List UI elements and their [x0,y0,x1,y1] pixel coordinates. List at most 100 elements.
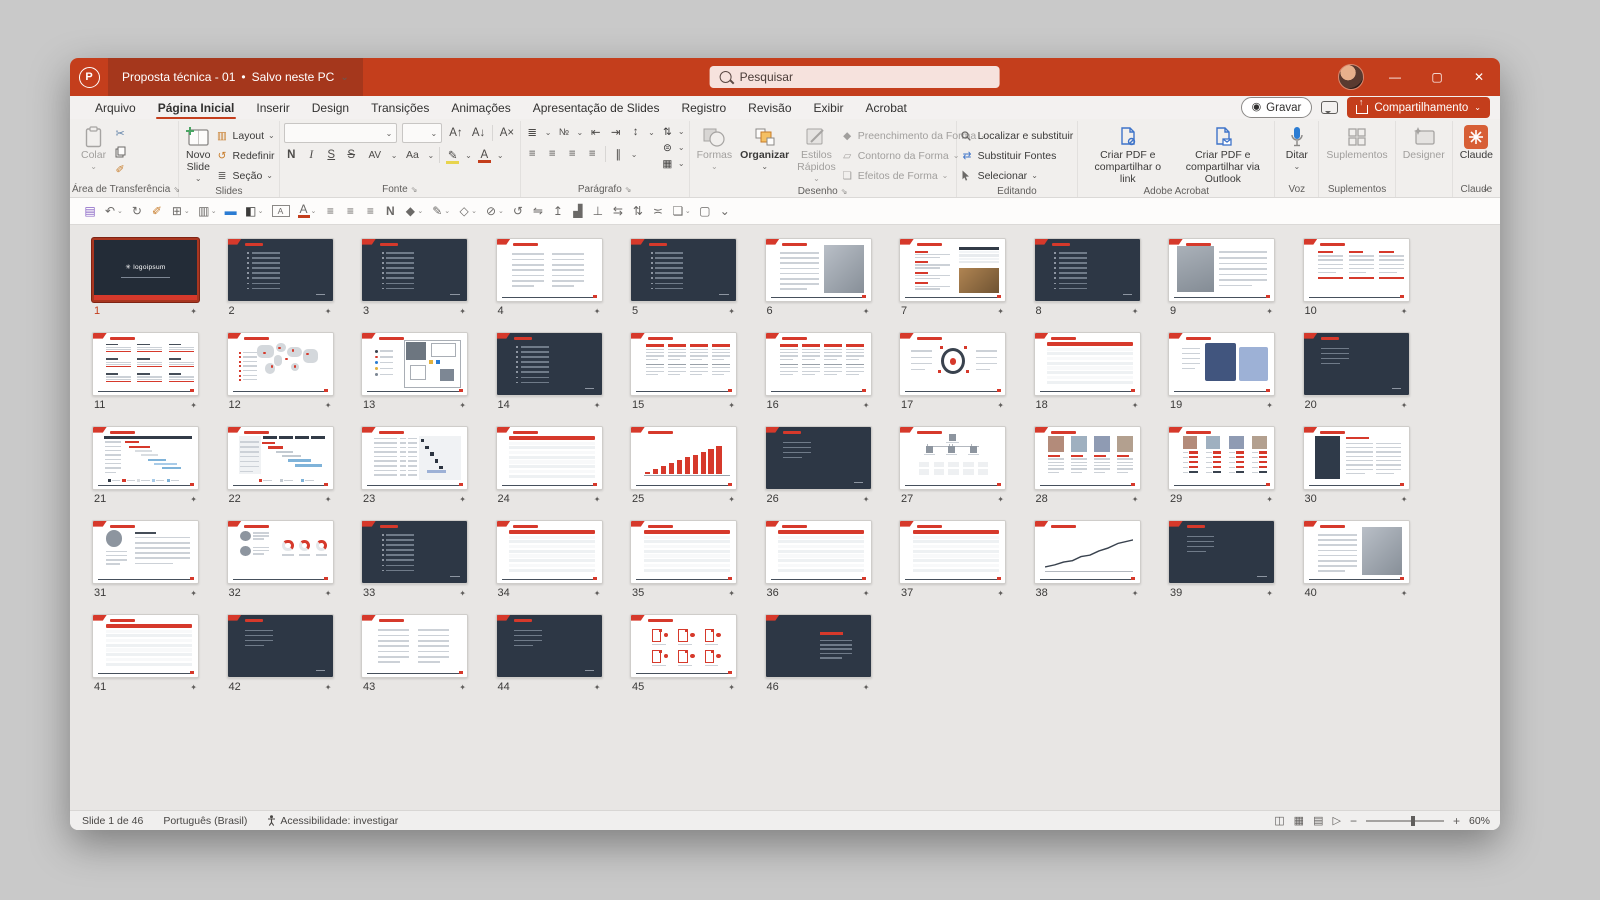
slide-thumbnail[interactable] [361,332,468,396]
dialog-launcher-icon[interactable]: ⇘ [841,187,848,196]
align-text-button[interactable]: ⊜⌄ [661,140,685,155]
paste-button[interactable]: Colar ⌄ [78,122,109,172]
slide-thumbnail[interactable] [1034,332,1141,396]
underline-button[interactable]: S [324,149,339,161]
cut-icon[interactable]: ✂ [111,125,129,142]
app-menu-button[interactable]: P [70,58,108,96]
insert-chart-icon[interactable]: ▟ [570,204,586,218]
align-bottom-icon[interactable]: ⊥ [590,204,606,218]
slide-thumbnail[interactable] [92,614,199,678]
slide-thumbnail[interactable] [361,520,468,584]
font-name-select[interactable]: ⌄ [284,123,398,143]
accessibility-status[interactable]: Acessibilidade: investigar [267,815,398,827]
merge-shapes-icon[interactable]: ⊘⌄ [483,204,506,218]
slide-thumbnail[interactable] [630,614,737,678]
more-commands-icon[interactable]: ⌄ [717,204,733,218]
indent-decrease-icon[interactable]: ⇤ [588,125,603,139]
slide-thumbnail[interactable] [899,520,1006,584]
new-slide-icon[interactable]: ⊞⌄ [169,204,192,218]
font-size-select[interactable]: ⌄ [402,123,442,143]
share-button[interactable]: Compartilhamento ⌄ [1347,97,1490,118]
normal-view-button[interactable]: ◫ [1274,814,1284,827]
tab-inserir[interactable]: Inserir [245,96,300,119]
copy-icon[interactable] [111,143,129,160]
shape-outline-icon[interactable]: ✎⌄ [429,204,452,218]
slide-thumbnail[interactable] [361,614,468,678]
slide-thumbnail[interactable] [1303,426,1410,490]
format-painter-icon[interactable]: ✐ [149,204,165,218]
rotate-icon[interactable]: ↺ [510,204,526,218]
shapes-icon[interactable]: ◇⌄ [456,204,479,218]
slide-thumbnail[interactable] [227,614,334,678]
flip-icon[interactable]: ⇋ [530,204,546,218]
tab-design[interactable]: Design [301,96,360,119]
close-button[interactable]: ✕ [1458,58,1500,96]
convert-smartart-button[interactable]: ▦⌄ [661,156,685,171]
slide-thumbnail[interactable] [496,520,603,584]
font-color-button[interactable]: A [477,149,492,161]
slide-thumbnail[interactable] [1034,520,1141,584]
slide-thumbnail[interactable] [1303,332,1410,396]
slideshow-button[interactable]: ▷ [1332,814,1340,827]
bring-forward-icon[interactable]: ↥ [550,204,566,218]
replace-fonts-button[interactable]: ⇄Substituir Fontes [961,146,1074,165]
character-spacing-button[interactable]: AV [364,150,386,161]
font-color-icon[interactable]: A⌄ [296,204,319,218]
slide-thumbnail[interactable]: ✳ logoipsum [92,238,199,302]
slide-thumbnail[interactable] [899,426,1006,490]
align-left-icon[interactable]: ≡ [322,204,338,218]
italic-button[interactable]: I [304,149,319,161]
slide-thumbnail[interactable] [496,238,603,302]
zoom-level[interactable]: 60% [1469,815,1490,827]
slide-thumbnail[interactable] [630,520,737,584]
addins-button[interactable]: Suplementos [1323,122,1390,162]
slide-thumbnail[interactable] [496,426,603,490]
claude-button[interactable]: Claude [1457,122,1496,162]
tab-arquivo[interactable]: Arquivo [84,96,147,119]
slide-thumbnail[interactable] [361,426,468,490]
shrink-font-icon[interactable]: A↓ [470,127,488,139]
select-button[interactable]: Selecionar⌄ [961,166,1074,185]
dialog-launcher-icon[interactable]: ⇘ [411,185,418,194]
layout-button[interactable]: ▥Layout⌄ [216,126,275,145]
text-box-icon[interactable]: A [270,205,292,217]
slide-thumbnail[interactable] [496,614,603,678]
bold-icon[interactable]: N [382,204,398,218]
document-title-chip[interactable]: Proposta técnica - 01 • Salvo neste PC ⌄ [108,58,363,96]
save-icon[interactable]: ▤ [82,204,98,218]
slide-thumbnail[interactable] [899,332,1006,396]
shape-fill-icon[interactable]: ◆⌄ [402,204,425,218]
slide-thumbnail[interactable] [92,332,199,396]
slide-thumbnail[interactable] [630,426,737,490]
strikethrough-button[interactable]: S [344,149,359,161]
maximize-button[interactable]: ▢ [1416,58,1458,96]
tab-exibir[interactable]: Exibir [803,96,855,119]
zoom-slider[interactable] [1366,820,1444,822]
tab-transicoes[interactable]: Transições [360,96,440,119]
create-pdf-link-button[interactable]: Criar PDF e compartilhar o link [1082,122,1173,185]
slide-thumbnail[interactable] [630,332,737,396]
reading-view-button[interactable]: ▤ [1313,814,1323,827]
slide-thumbnail[interactable] [227,426,334,490]
undo-icon[interactable]: ↶⌄ [102,204,125,218]
slide-thumbnail[interactable] [1303,238,1410,302]
bullets-button[interactable]: ≣ [525,125,540,139]
slide-thumbnail[interactable] [1168,520,1275,584]
slide-thumbnail[interactable] [765,426,872,490]
slide-thumbnail[interactable] [92,520,199,584]
slide-thumbnail[interactable] [765,614,872,678]
highlight-color-button[interactable]: ✎ [445,148,460,162]
slide-thumbnail[interactable] [765,332,872,396]
indent-increase-icon[interactable]: ⇥ [608,125,623,139]
align-left-icon[interactable]: ≡ [525,148,540,160]
zoom-out-button[interactable]: − [1350,814,1357,828]
slide-thumbnail[interactable] [1034,426,1141,490]
slide-size-icon[interactable]: ▬ [223,204,239,218]
find-replace-button[interactable]: Localizar e substituir [961,126,1074,145]
clear-formatting-icon[interactable]: A× [498,127,516,139]
slide-thumbnail[interactable] [92,426,199,490]
slide-sorter-view-button[interactable]: ▦ [1294,814,1304,827]
slide-thumbnail[interactable] [1168,238,1275,302]
tab-acrobat[interactable]: Acrobat [855,96,918,119]
create-pdf-outlook-button[interactable]: Criar PDF e compartilhar via Outlook [1175,122,1270,185]
